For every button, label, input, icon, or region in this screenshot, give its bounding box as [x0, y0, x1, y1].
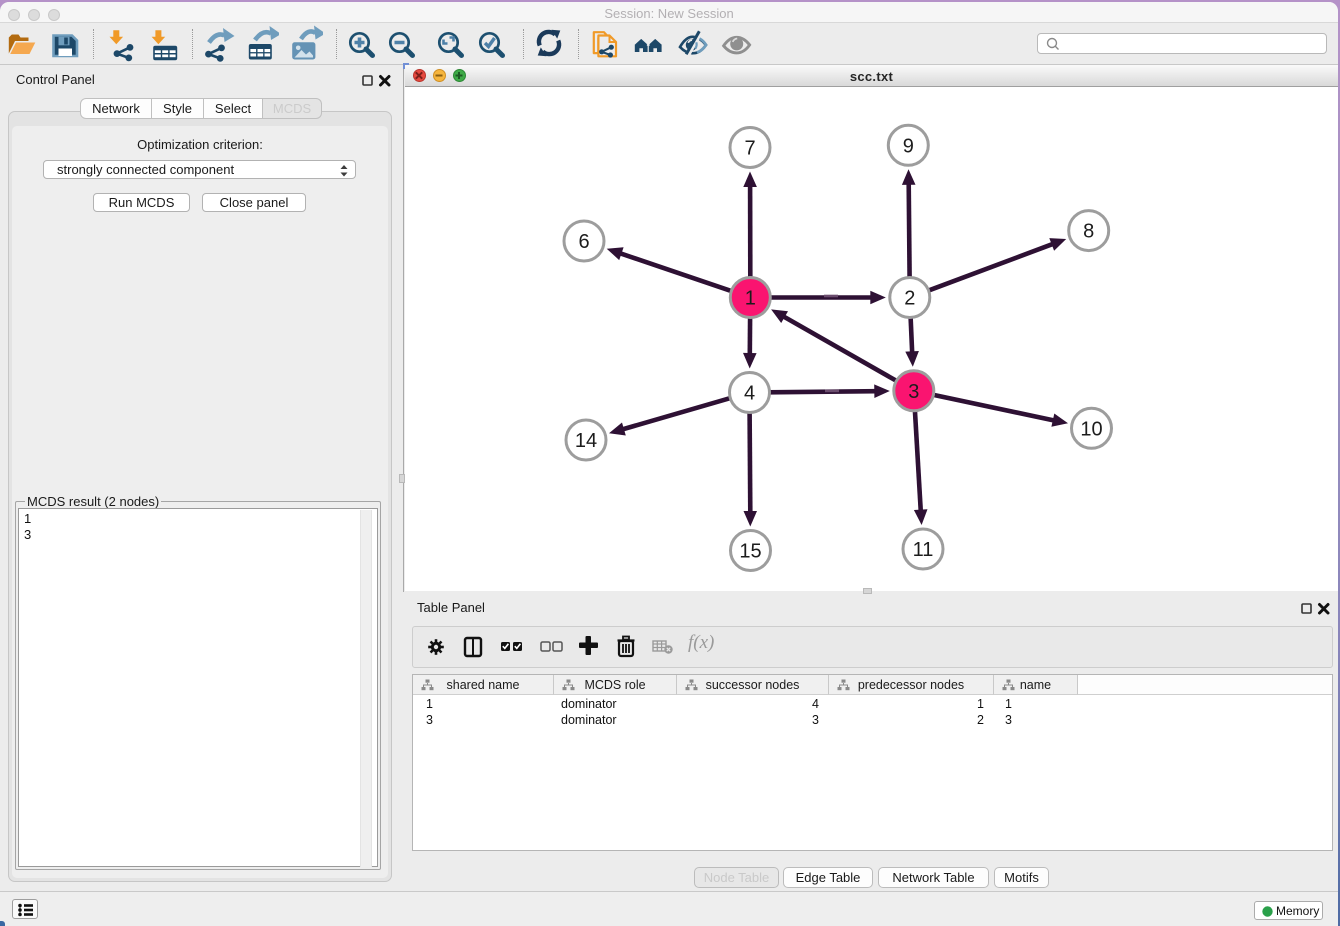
- svg-text:8: 8: [1083, 220, 1094, 242]
- svg-text:4: 4: [744, 382, 755, 404]
- svg-text:11: 11: [913, 539, 934, 561]
- svg-text:3: 3: [908, 380, 919, 402]
- svg-text:14: 14: [575, 430, 597, 452]
- svg-text:9: 9: [903, 135, 914, 157]
- svg-text:15: 15: [739, 540, 761, 562]
- svg-text:2: 2: [904, 287, 915, 309]
- svg-text:1: 1: [745, 287, 756, 309]
- svg-text:7: 7: [744, 137, 755, 159]
- svg-text:6: 6: [578, 231, 589, 253]
- svg-text:10: 10: [1080, 418, 1102, 440]
